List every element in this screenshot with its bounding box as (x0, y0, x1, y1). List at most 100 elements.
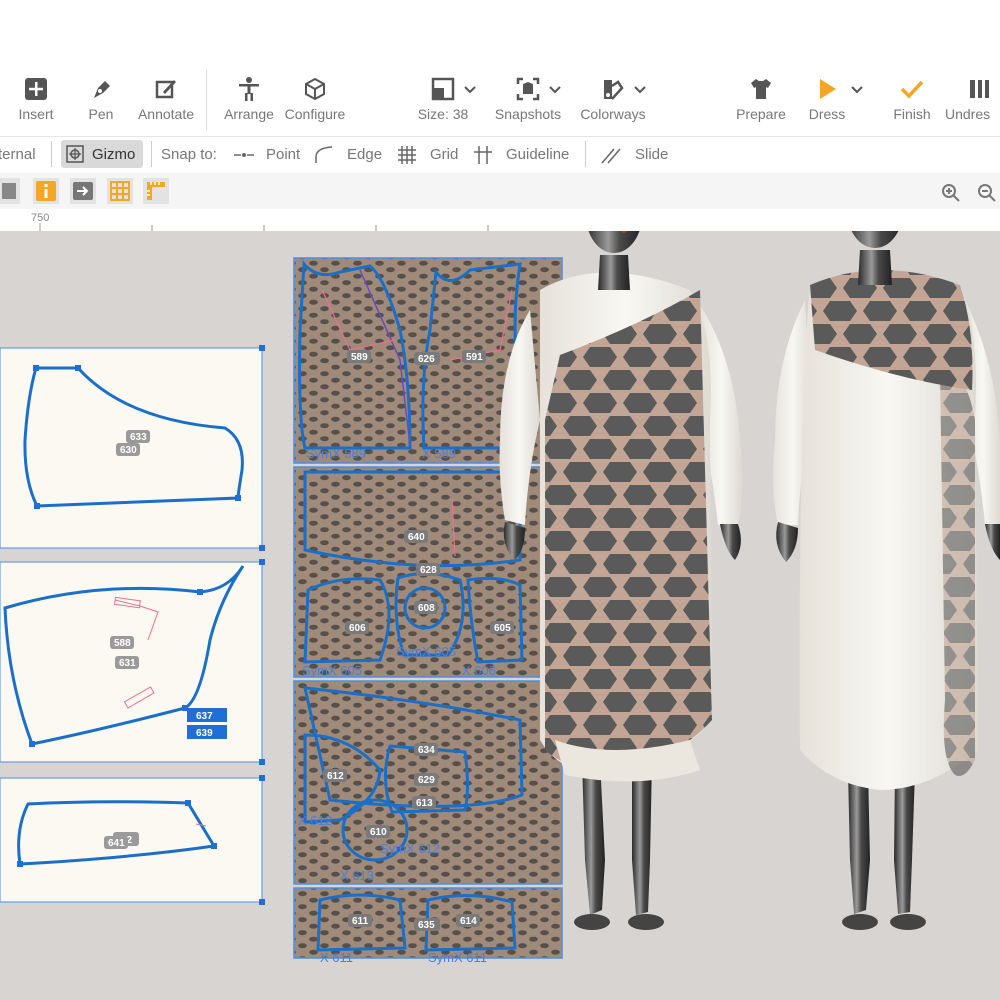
undress-icon (970, 80, 989, 98)
piece-label-637: 637 (196, 711, 213, 722)
fabric-panel-third[interactable]: 634 612 629 613 610 X 612 SymX 612 X 613 (293, 680, 563, 885)
size-icon (431, 77, 455, 101)
pages-button[interactable] (0, 178, 20, 204)
pages-icon (2, 183, 16, 199)
configure-tool[interactable]: Configure (275, 76, 355, 122)
gizmo-button[interactable]: Gizmo (61, 140, 143, 168)
shirt-icon (751, 79, 771, 99)
sym-label: X 611 (320, 950, 353, 965)
guideline-snap-label[interactable]: Guideline (506, 146, 569, 163)
piece-label-589: 589 (351, 352, 368, 363)
point-snap-label[interactable]: Point (266, 146, 300, 163)
piece-label-629: 629 (418, 775, 435, 786)
piece-label-631: 631 (119, 658, 136, 669)
snap-to-label: Snap to: (161, 146, 217, 163)
sym-label: X 606 (462, 663, 496, 678)
piece-label-613: 613 (416, 798, 433, 809)
piece-label-626: 626 (418, 354, 435, 365)
pattern-canvas[interactable]: 633 630 588 631 637 639 32 641 (0, 231, 1000, 1000)
play-icon (820, 79, 836, 99)
colorways-icon (604, 80, 624, 100)
size-label: Size: 38 (417, 106, 469, 122)
info-icon (36, 181, 56, 201)
piece-label-612: 612 (327, 771, 344, 782)
finish-tool[interactable]: Finish (872, 76, 952, 122)
gizmo-label: Gizmo (92, 146, 136, 163)
pattern-panel-middle[interactable]: 588 631 637 639 (0, 559, 265, 765)
annotate-icon (155, 80, 176, 99)
snapshots-chevron-down-icon[interactable] (548, 82, 562, 96)
fabric-panel-bottom[interactable]: 611 635 614 X 611 SymX 611 (293, 887, 563, 965)
sym-label: SymX 589 (306, 446, 366, 461)
snapshot-icon (516, 77, 540, 101)
piece-label-633: 633 (130, 432, 147, 443)
pen-nib-icon (94, 81, 110, 98)
ruler-button[interactable] (143, 178, 169, 204)
piece-label-639: 639 (196, 728, 213, 739)
piece-label-634: 634 (418, 745, 435, 756)
piece-label-630: 630 (120, 445, 137, 456)
grid-view-button[interactable] (107, 178, 133, 204)
ruler-corner-icon (147, 182, 165, 200)
pattern-panel-top[interactable]: 633 630 (0, 345, 265, 551)
piece-label-608: 608 (418, 603, 435, 614)
piece-label-635: 635 (418, 920, 435, 931)
export-button[interactable] (70, 178, 96, 204)
pattern-panel-bottom[interactable]: 32 641 (0, 775, 265, 905)
info-button[interactable] (33, 178, 59, 204)
sym-label: SymX 611 (428, 950, 487, 965)
piece-label-606: 606 (349, 623, 366, 634)
main-toolbar: Insert Pen Annotate Arrange Configure Si… (0, 68, 1000, 135)
piece-label-605: 605 (494, 623, 511, 634)
annotate-tool[interactable]: Annotate (126, 76, 206, 122)
slide-icon[interactable] (600, 145, 622, 165)
figure-arrange-icon (239, 77, 259, 101)
slide-label[interactable]: Slide (635, 146, 668, 163)
sym-label: X 612 (298, 813, 332, 828)
grid-snap-icon[interactable] (397, 145, 417, 165)
piece-label-611: 611 (352, 916, 369, 927)
piece-label-588: 588 (114, 638, 131, 649)
annotate-label: Annotate (137, 106, 195, 122)
internal-button[interactable]: ternal (0, 146, 36, 163)
snapshots-label: Snapshots (494, 106, 562, 122)
cube-icon (305, 77, 325, 101)
size-chevron-down-icon[interactable] (463, 82, 477, 96)
grid-icon (110, 181, 130, 201)
edge-snap-label[interactable]: Edge (347, 146, 382, 163)
colorways-label: Colorways (580, 106, 646, 122)
undress-label: Undres (945, 106, 991, 122)
edge-snap-icon[interactable] (314, 145, 334, 165)
point-snap-icon[interactable] (234, 146, 254, 164)
piece-label-591: 591 (466, 352, 483, 363)
grid-snap-label[interactable]: Grid (430, 146, 458, 163)
checkmark-icon (900, 80, 924, 99)
canvas-drawing: 633 630 588 631 637 639 32 641 (0, 231, 1000, 965)
dress-label: Dress (808, 106, 846, 122)
colorways-chevron-down-icon[interactable] (633, 82, 647, 96)
piece-label-614: 614 (460, 916, 477, 927)
undress-tool[interactable]: Undres (945, 76, 1000, 122)
arrow-right-icon (73, 182, 93, 200)
guideline-snap-icon[interactable] (473, 145, 493, 165)
piece-label-641: 641 (108, 838, 125, 849)
zoom-in-icon[interactable] (941, 183, 961, 203)
gizmo-icon (66, 145, 84, 163)
sym-label: SymX 605 (302, 663, 362, 678)
sym-label: SymX 612 (380, 841, 440, 856)
zoom-out-icon[interactable] (977, 183, 997, 203)
piece-label-628: 628 (420, 565, 437, 576)
sym-label: X 613 (340, 868, 374, 883)
sym-label: SymX 605 (396, 644, 456, 659)
avatar-alt-view[interactable] (773, 231, 1000, 930)
piece-label-610: 610 (370, 827, 387, 838)
view-icon-bar (0, 173, 1000, 209)
snap-bar: ternal Gizmo Snap to: Point Edge Grid Gu… (0, 136, 1000, 174)
horizontal-ruler: 750 (0, 209, 1000, 232)
snapbar-divider (585, 141, 586, 167)
toolbar-divider (206, 70, 207, 130)
snapbar-divider (151, 141, 152, 167)
dress-chevron-down-icon[interactable] (850, 82, 864, 96)
plus-square-icon (25, 78, 47, 100)
piece-label-640: 640 (408, 532, 425, 543)
